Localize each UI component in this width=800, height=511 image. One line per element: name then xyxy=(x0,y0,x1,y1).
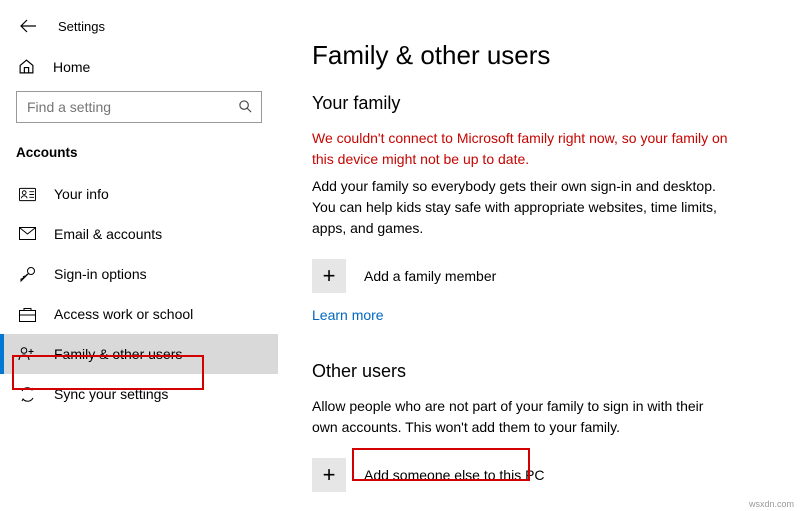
sidebar-item-label: Access work or school xyxy=(54,306,193,322)
window-title: Settings xyxy=(58,19,105,34)
home-label: Home xyxy=(53,59,90,75)
add-other-label: Add someone else to this PC xyxy=(364,467,545,483)
sidebar-item-family[interactable]: Family & other users xyxy=(0,334,278,374)
search-wrap xyxy=(16,91,262,123)
person-card-icon xyxy=(18,185,36,203)
search-input[interactable] xyxy=(16,91,262,123)
add-other-button[interactable]: + Add someone else to this PC xyxy=(312,458,730,492)
sidebar-item-email[interactable]: Email & accounts xyxy=(0,214,278,254)
sidebar: Settings Home Accounts Your info Email &… xyxy=(0,0,278,511)
sidebar-item-signin[interactable]: Sign-in options xyxy=(0,254,278,294)
sync-icon xyxy=(18,385,36,403)
home-link[interactable]: Home xyxy=(0,48,278,85)
plus-icon: + xyxy=(312,458,346,492)
sidebar-item-label: Sign-in options xyxy=(54,266,147,282)
header-row: Settings xyxy=(0,12,278,40)
sidebar-item-label: Email & accounts xyxy=(54,226,162,242)
plus-icon: + xyxy=(312,259,346,293)
people-plus-icon xyxy=(18,345,36,363)
other-body: Allow people who are not part of your fa… xyxy=(312,396,730,438)
search-icon[interactable] xyxy=(238,99,254,115)
family-body: Add your family so everybody gets their … xyxy=(312,176,730,239)
learn-more-link[interactable]: Learn more xyxy=(312,307,730,323)
family-error: We couldn't connect to Microsoft family … xyxy=(312,128,730,170)
sidebar-item-label: Family & other users xyxy=(54,346,182,362)
watermark: wsxdn.com xyxy=(749,499,794,509)
other-heading: Other users xyxy=(312,361,730,382)
mail-icon xyxy=(18,225,36,243)
sidebar-item-sync[interactable]: Sync your settings xyxy=(0,374,278,414)
section-header: Accounts xyxy=(0,141,278,164)
sidebar-item-work[interactable]: Access work or school xyxy=(0,294,278,334)
briefcase-icon xyxy=(18,305,36,323)
sidebar-item-label: Your info xyxy=(54,186,109,202)
home-icon xyxy=(18,58,35,75)
key-icon xyxy=(18,265,36,283)
page-title: Family & other users xyxy=(312,40,730,71)
back-icon[interactable] xyxy=(18,16,38,36)
family-heading: Your family xyxy=(312,93,730,114)
main-content: Family & other users Your family We coul… xyxy=(312,40,730,506)
add-family-label: Add a family member xyxy=(364,268,496,284)
sidebar-item-your-info[interactable]: Your info xyxy=(0,174,278,214)
add-family-button[interactable]: + Add a family member xyxy=(312,259,730,293)
sidebar-item-label: Sync your settings xyxy=(54,386,168,402)
